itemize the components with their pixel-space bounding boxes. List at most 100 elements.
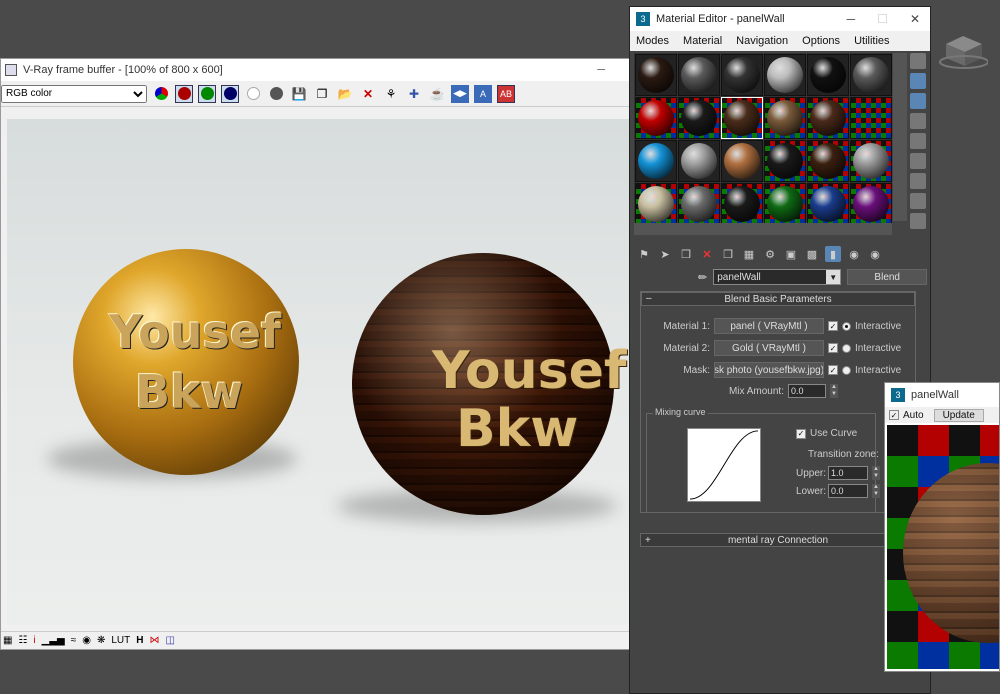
save-all-icon[interactable]: ❐ bbox=[313, 85, 331, 103]
mask-interactive-radio[interactable] bbox=[842, 365, 851, 375]
material-slot[interactable] bbox=[678, 140, 720, 182]
spinner-arrows-icon[interactable]: ▲ ▼ bbox=[872, 484, 880, 498]
material-slot[interactable] bbox=[807, 54, 849, 96]
red-channel-icon[interactable] bbox=[175, 84, 193, 103]
mental-ray-connection-rollout[interactable]: + mental ray Connection bbox=[640, 533, 916, 547]
material-slot[interactable] bbox=[764, 140, 806, 182]
close-icon[interactable]: ✕ bbox=[910, 12, 920, 26]
histogram-icon[interactable]: ▦ bbox=[3, 635, 12, 646]
material-slot[interactable] bbox=[635, 54, 677, 96]
menu-navigation[interactable]: Navigation bbox=[736, 35, 788, 47]
sample-uv-tiling-icon[interactable] bbox=[910, 113, 926, 129]
options-icon[interactable] bbox=[910, 173, 926, 189]
use-curve-checkbox[interactable]: ✓ bbox=[796, 428, 806, 439]
video-color-check-icon[interactable] bbox=[910, 133, 926, 149]
minimize-icon[interactable]: ─ bbox=[597, 64, 605, 76]
lower-spinner[interactable]: 0.0 bbox=[828, 484, 868, 498]
material-map-navigator-icon[interactable] bbox=[910, 213, 926, 229]
eyedropper-icon[interactable]: ✏ bbox=[698, 271, 707, 284]
material-slot[interactable] bbox=[764, 97, 806, 139]
material-slot[interactable] bbox=[850, 54, 892, 96]
material1-button[interactable]: panel ( VRayMtl ) bbox=[714, 318, 824, 334]
track-mouse-icon[interactable]: ☷ bbox=[18, 635, 27, 646]
show-end-result-icon[interactable]: ▩ bbox=[804, 246, 820, 262]
green-channel-icon[interactable] bbox=[198, 84, 216, 103]
menu-material[interactable]: Material bbox=[683, 35, 722, 47]
material1-interactive-radio[interactable] bbox=[842, 321, 851, 331]
material-slot[interactable] bbox=[635, 140, 677, 182]
open-folder-icon[interactable]: 📂 bbox=[336, 85, 354, 103]
slots-vertical-scrollbar[interactable] bbox=[893, 53, 907, 221]
lens-fx-icon[interactable]: ❋ bbox=[97, 635, 105, 646]
put-to-scene-icon[interactable]: ➤ bbox=[657, 246, 673, 262]
mask-button[interactable]: sk photo (yousefbkw.jpg) bbox=[714, 362, 824, 378]
make-unique-icon[interactable]: ❒ bbox=[720, 246, 736, 262]
maximize-icon[interactable]: ☐ bbox=[877, 12, 888, 26]
slots-horizontal-scrollbar[interactable] bbox=[634, 223, 892, 235]
material-slot[interactable] bbox=[678, 97, 720, 139]
pick-material-icon[interactable]: ◉ bbox=[867, 246, 883, 262]
menu-modes[interactable]: Modes bbox=[636, 35, 669, 47]
material-slot[interactable] bbox=[850, 97, 892, 139]
material-slot[interactable] bbox=[764, 183, 806, 225]
menu-utilities[interactable]: Utilities bbox=[854, 35, 889, 47]
reset-map-icon[interactable]: ✕ bbox=[699, 246, 715, 262]
auto-checkbox[interactable]: ✓ bbox=[889, 410, 899, 420]
mono-channel-icon[interactable] bbox=[267, 85, 285, 103]
material2-button[interactable]: Gold ( VRayMtl ) bbox=[714, 340, 824, 356]
minimize-icon[interactable]: ─ bbox=[847, 12, 856, 26]
material-slot[interactable] bbox=[678, 183, 720, 225]
mix-amount-spinner[interactable]: 0.0 bbox=[788, 384, 826, 398]
show-map-icon[interactable]: ▣ bbox=[783, 246, 799, 262]
material-slot[interactable] bbox=[678, 54, 720, 96]
srgb-icon[interactable]: ◫ bbox=[166, 635, 175, 646]
get-material-icon[interactable]: ⚑ bbox=[636, 246, 652, 262]
material-slot[interactable] bbox=[850, 140, 892, 182]
mask-checkbox[interactable]: ✓ bbox=[828, 365, 838, 375]
rollout-header[interactable]: – Blend Basic Parameters bbox=[641, 292, 915, 306]
material-slot[interactable] bbox=[721, 97, 763, 139]
make-preview-icon[interactable] bbox=[910, 153, 926, 169]
blue-channel-icon[interactable] bbox=[221, 84, 239, 103]
collapse-icon[interactable]: – bbox=[646, 293, 652, 304]
go-to-parent-icon[interactable]: ▮ bbox=[825, 246, 841, 262]
material1-checkbox[interactable]: ✓ bbox=[828, 321, 838, 331]
material-slot[interactable] bbox=[721, 140, 763, 182]
go-forward-sibling-icon[interactable]: ◉ bbox=[846, 246, 862, 262]
curve-icon[interactable]: ≈ bbox=[71, 635, 77, 646]
material2-checkbox[interactable]: ✓ bbox=[828, 343, 838, 353]
material-slot[interactable] bbox=[807, 140, 849, 182]
chevron-down-icon[interactable]: ▼ bbox=[826, 270, 841, 284]
update-button[interactable]: Update bbox=[933, 408, 984, 422]
sample-type-icon[interactable] bbox=[910, 53, 926, 69]
expand-icon[interactable]: + bbox=[645, 535, 651, 546]
material-slot[interactable] bbox=[764, 54, 806, 96]
history-ab-icon[interactable]: AB bbox=[497, 84, 515, 103]
pixel-aspect-icon[interactable]: ⋈ bbox=[150, 635, 160, 646]
material-name-field[interactable]: panelWall ▼ bbox=[713, 269, 842, 285]
material-slot[interactable] bbox=[850, 183, 892, 225]
levels-icon[interactable]: ▁▃▅ bbox=[42, 635, 65, 646]
material-id-channel-icon[interactable]: ⚙ bbox=[762, 246, 778, 262]
material-slot[interactable] bbox=[807, 97, 849, 139]
compare-ab-icon[interactable]: ◀▶ bbox=[451, 84, 469, 103]
material-slot[interactable] bbox=[635, 183, 677, 225]
material2-interactive-radio[interactable] bbox=[842, 343, 851, 353]
channel-select[interactable]: RGB color bbox=[1, 84, 147, 103]
teapot-render-icon[interactable]: ☕ bbox=[428, 85, 446, 103]
upper-spinner[interactable]: 1.0 bbox=[828, 466, 868, 480]
select-by-material-icon[interactable] bbox=[910, 193, 926, 209]
material-slot[interactable] bbox=[635, 97, 677, 139]
menu-options[interactable]: Options bbox=[802, 35, 840, 47]
info-icon[interactable]: i bbox=[33, 635, 35, 646]
backlight-icon[interactable] bbox=[910, 73, 926, 89]
material-slot[interactable] bbox=[721, 183, 763, 225]
viewcube-icon[interactable] bbox=[938, 30, 988, 70]
material-slot[interactable] bbox=[721, 54, 763, 96]
spinner-arrows-icon[interactable]: ▲ ▼ bbox=[830, 384, 838, 398]
background-icon[interactable] bbox=[910, 93, 926, 109]
alpha-channel-icon[interactable] bbox=[244, 85, 262, 103]
assign-to-selection-icon[interactable]: ❒ bbox=[678, 246, 694, 262]
lut-icon[interactable]: LUT bbox=[111, 635, 130, 646]
material-type-button[interactable]: Blend bbox=[847, 269, 928, 285]
